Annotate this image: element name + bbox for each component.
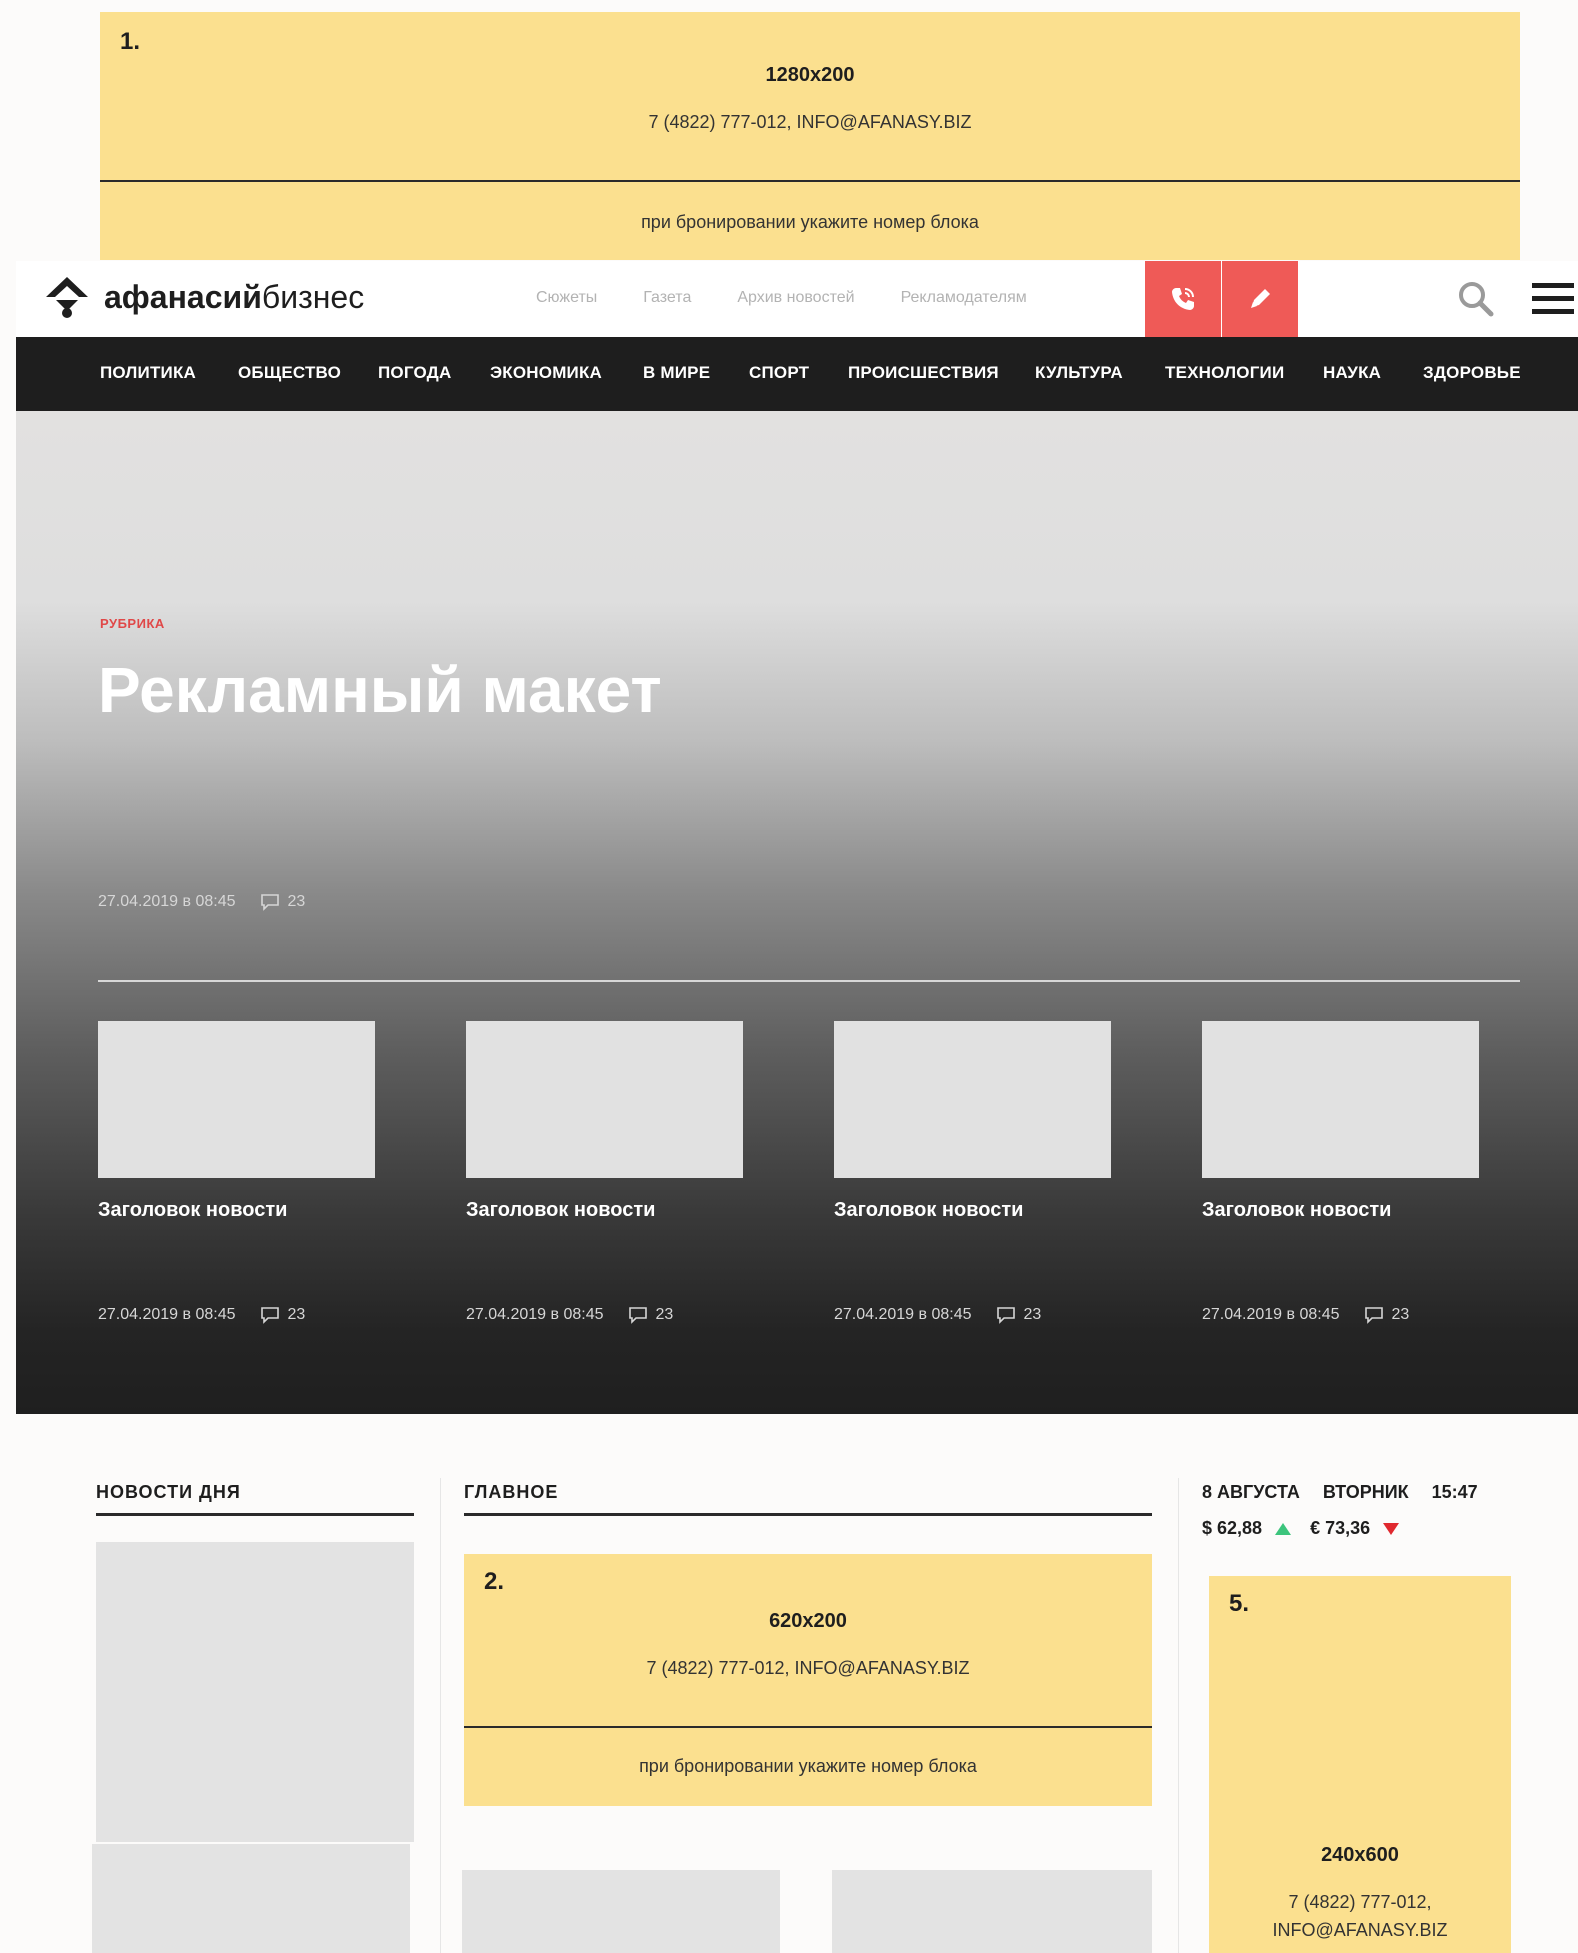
ad-note: при бронировании укажите номер блока [641,212,979,232]
news-card-comments: 23 [1391,1306,1410,1323]
section-rule [96,1513,414,1516]
ad-contact: 7 (4822) 777-012, INFO@AFANASY.BIZ [648,112,972,132]
nav-technology[interactable]: ТЕХНОЛОГИИ [1165,363,1284,383]
news-card-title[interactable]: Заголовок новости [98,1199,287,1222]
main-nav: ПОЛИТИКА ОБЩЕСТВО ПОГОДА ЭКОНОМИКА В МИР… [16,337,1578,411]
news-card-date: 27.04.2019 в 08:45 [1202,1306,1340,1323]
news-card-title[interactable]: Заголовок новости [1202,1199,1391,1222]
ad-number: 5. [1229,1590,1250,1617]
comment-icon [996,1307,1015,1324]
top-link-newspaper[interactable]: Газета [643,289,691,307]
nav-economy[interactable]: ЭКОНОМИКА [490,363,602,383]
search-icon[interactable] [1456,279,1496,319]
news-card-image[interactable] [834,1021,1111,1178]
news-card-meta: 27.04.2019 в 08:45 23 [834,1306,1041,1324]
hero-date: 27.04.2019 в 08:45 [98,893,236,910]
column-divider [1178,1478,1179,1953]
hero-divider [98,980,1520,982]
section-rule [464,1513,1152,1516]
news-card-title[interactable]: Заголовок новости [834,1199,1023,1222]
phone-button[interactable] [1145,261,1221,337]
ad-contact: 7 (4822) 777-012, INFO@AFANASY.BIZ [646,1658,970,1678]
news-card-image[interactable] [98,1021,375,1178]
ad-note: при бронировании укажите номер блока [639,1756,977,1776]
site-header: афанасийбизнес Сюжеты Газета Архив новос… [16,261,1578,337]
news-card-comments: 23 [287,1306,306,1323]
news-of-day-image[interactable] [96,1542,414,1842]
comment-icon [260,1307,279,1324]
write-button[interactable] [1222,261,1298,337]
nav-world[interactable]: В МИРЕ [643,363,710,383]
widget-weekday: ВТОРНИК [1322,1482,1409,1502]
logo-text: афанасийбизнес [104,278,365,315]
nav-science[interactable]: НАУКА [1323,363,1381,383]
widget-time: 15:47 [1431,1482,1478,1502]
arrow-up-icon [1275,1522,1292,1535]
ad-number: 2. [484,1568,505,1595]
usd-rate: $ 62,88 [1202,1518,1263,1538]
ad-contact-line-2: INFO@AFANASY.BIZ [1272,1920,1448,1940]
hero-title[interactable]: Рекламный макет [98,653,662,727]
nav-sport[interactable]: СПОРТ [749,363,809,383]
currency-widget: $ 62,88 € 73,36 [1202,1518,1400,1539]
ad-banner-2[interactable]: 2. 620x200 7 (4822) 777-012, INFO@AFANAS… [464,1554,1152,1806]
hero-rubric[interactable]: РУБРИКА [100,616,165,631]
hero-section: РУБРИКА Рекламный макет 27.04.2019 в 08:… [16,411,1578,1414]
nav-culture[interactable]: КУЛЬТУРА [1035,363,1123,383]
nav-politics[interactable]: ПОЛИТИКА [100,363,196,383]
ad-size: 620x200 [769,1610,847,1632]
news-card-image[interactable] [1202,1021,1479,1178]
ad-size: 240x600 [1321,1844,1399,1866]
widget-date: 8 АВГУСТА [1202,1482,1300,1502]
news-of-day-image[interactable] [92,1844,410,1953]
ad-size: 1280x200 [765,64,855,86]
top-ad-banner[interactable]: 1. 1280x200 7 (4822) 777-012, INFO@AFANA… [100,12,1520,260]
nav-society[interactable]: ОБЩЕСТВО [238,363,341,383]
news-card-date: 27.04.2019 в 08:45 [98,1306,236,1323]
news-card-meta: 27.04.2019 в 08:45 23 [466,1306,673,1324]
ad-divider [464,1726,1152,1728]
ad-number: 1. [120,28,141,55]
main-news-image[interactable] [832,1870,1152,1953]
news-card-image[interactable] [466,1021,743,1178]
phone-icon [1172,288,1194,310]
news-card-comments: 23 [1023,1306,1042,1323]
comment-icon [628,1307,647,1324]
arrow-down-icon [1383,1522,1400,1535]
date-time-widget: 8 АВГУСТА ВТОРНИК 15:47 [1202,1482,1478,1503]
news-card-date: 27.04.2019 в 08:45 [834,1306,972,1323]
news-card-date: 27.04.2019 в 08:45 [466,1306,604,1323]
nav-incidents[interactable]: ПРОИСШЕСТВИЯ [848,363,999,383]
comment-icon [1364,1307,1383,1324]
hero-comments: 23 [287,893,306,910]
news-card-comments: 23 [655,1306,674,1323]
news-card-meta: 27.04.2019 в 08:45 23 [98,1306,305,1324]
news-card-meta: 27.04.2019 в 08:45 23 [1202,1306,1409,1324]
section-title-main: ГЛАВНОЕ [464,1482,559,1502]
top-link-archive[interactable]: Архив новостей [737,289,854,307]
top-link-advertisers[interactable]: Рекламодателям [901,289,1027,307]
top-link-stories[interactable]: Сюжеты [536,289,597,307]
main-news-image[interactable] [462,1870,780,1953]
ad-banner-5[interactable]: 5. 240x600 7 (4822) 777-012, INFO@AFANAS… [1209,1576,1511,1953]
logo-mark-icon [46,277,88,318]
column-divider [440,1478,441,1953]
pencil-icon [1251,289,1270,308]
nav-health[interactable]: ЗДОРОВЬЕ [1423,363,1521,383]
comment-icon [260,894,279,911]
ad-contact-line-1: 7 (4822) 777-012, [1288,1892,1432,1912]
eur-rate: € 73,36 [1310,1518,1371,1538]
top-links: Сюжеты Газета Архив новостей Рекламодате… [536,289,1027,307]
site-logo[interactable]: афанасийбизнес [44,275,364,319]
ad-divider [100,180,1520,182]
menu-icon[interactable] [1532,279,1574,319]
news-card-title[interactable]: Заголовок новости [466,1199,655,1222]
nav-weather[interactable]: ПОГОДА [378,363,451,383]
section-title-news-of-day: НОВОСТИ ДНЯ [96,1482,241,1502]
hero-meta: 27.04.2019 в 08:45 23 [98,893,305,911]
